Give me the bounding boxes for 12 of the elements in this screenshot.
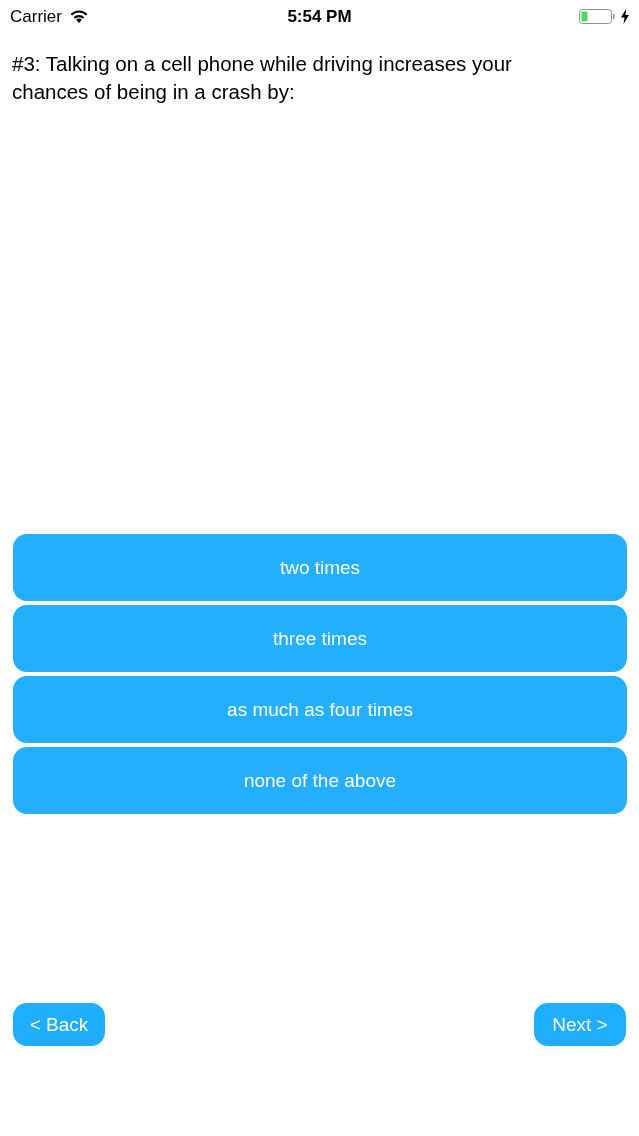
charging-bolt-icon <box>621 9 629 24</box>
battery-icon <box>579 9 615 24</box>
answer-button[interactable]: none of the above <box>13 747 627 814</box>
answer-button[interactable]: three times <box>13 605 627 672</box>
back-button[interactable]: < Back <box>13 1003 105 1046</box>
answer-button[interactable]: two times <box>13 534 627 601</box>
next-button[interactable]: Next > <box>534 1003 626 1046</box>
status-time: 5:54 PM <box>287 6 352 27</box>
answer-button[interactable]: as much as four times <box>13 676 627 743</box>
question-text: #3: Talking on a cell phone while driving increases your chances of being in a crash by: <box>12 51 513 105</box>
wifi-icon <box>69 10 88 23</box>
carrier-name: Carrier <box>10 6 62 27</box>
